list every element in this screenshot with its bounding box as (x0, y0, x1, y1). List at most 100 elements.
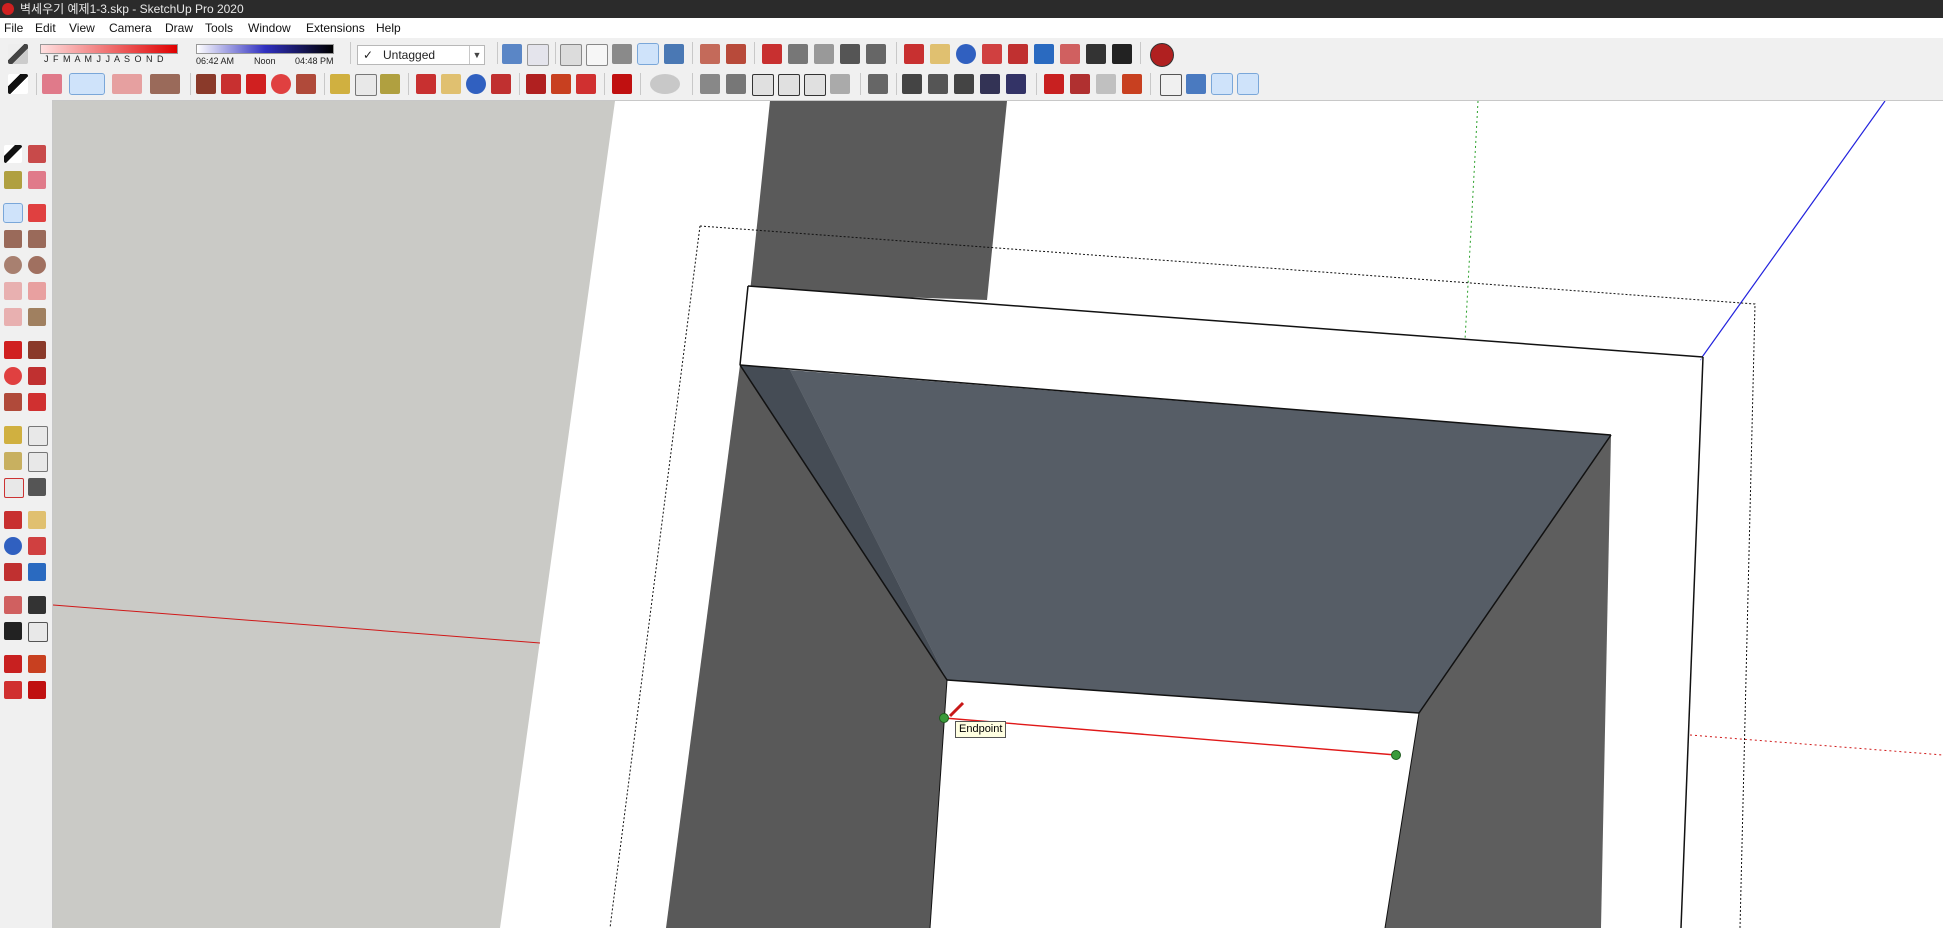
previous-icon[interactable] (28, 563, 46, 581)
move-icon[interactable] (246, 74, 266, 94)
sandbox-contours-icon[interactable] (726, 44, 746, 64)
ruby-icon[interactable] (28, 681, 46, 699)
wireframe-style-icon[interactable] (560, 44, 582, 66)
scale-icon[interactable] (296, 74, 316, 94)
two-point-icon[interactable] (1237, 73, 1259, 95)
position-camera-icon[interactable] (4, 596, 22, 614)
hidden-line-style-icon[interactable] (586, 44, 608, 66)
previous-view-icon[interactable] (1034, 44, 1054, 64)
section-fill-icon[interactable] (902, 74, 922, 94)
dimension-icon[interactable] (28, 426, 48, 446)
menu-extensions[interactable]: Extensions (306, 18, 365, 38)
zoom-window-icon[interactable] (982, 44, 1002, 64)
front-view-icon[interactable] (814, 44, 834, 64)
section-cuts-icon[interactable] (928, 74, 948, 94)
move-icon[interactable] (4, 341, 22, 359)
rotate-icon[interactable] (271, 74, 291, 94)
zoom-extents-icon[interactable] (1008, 44, 1028, 64)
right-view-icon[interactable] (778, 74, 800, 96)
shaded-style-icon[interactable] (612, 44, 632, 64)
look-around-icon[interactable] (28, 596, 46, 614)
follow-me-icon[interactable] (221, 74, 241, 94)
user-account-icon[interactable] (650, 74, 680, 94)
geo-location-icon[interactable] (1150, 43, 1174, 67)
position-camera-icon[interactable] (1060, 44, 1080, 64)
section-plane-icon[interactable] (28, 622, 48, 642)
pie-icon[interactable] (28, 308, 46, 326)
zoom-extents-icon[interactable] (491, 74, 511, 94)
ruby-console-icon[interactable] (612, 74, 632, 94)
paint-bucket-icon[interactable] (4, 171, 22, 189)
drawing-viewport[interactable] (53, 101, 1943, 928)
orbit-icon[interactable] (416, 74, 436, 94)
eraser-icon[interactable] (28, 171, 46, 189)
section-plane-icon[interactable] (868, 74, 888, 94)
perspective-icon[interactable] (1211, 73, 1233, 95)
iso-icon[interactable] (1186, 74, 1206, 94)
scale-icon[interactable] (4, 393, 22, 411)
send-to-layout-icon[interactable] (576, 74, 596, 94)
add-detail-icon[interactable] (1096, 74, 1116, 94)
orbit-icon[interactable] (4, 511, 22, 529)
zoom-icon[interactable] (4, 537, 22, 555)
back-view-icon[interactable] (866, 44, 886, 64)
line-icon[interactable] (69, 73, 105, 95)
text-icon[interactable] (28, 452, 48, 472)
menu-file[interactable]: File (4, 18, 23, 38)
line-icon[interactable] (3, 203, 23, 223)
shadow-date-slider[interactable] (40, 44, 178, 54)
orbit-icon[interactable] (904, 44, 924, 64)
front-view-icon[interactable] (752, 74, 774, 96)
eraser-icon[interactable] (42, 74, 62, 94)
walk-icon[interactable] (1112, 44, 1132, 64)
send-to-layout-icon[interactable] (4, 681, 22, 699)
left-view-icon[interactable] (830, 74, 850, 94)
two-point-arc-icon[interactable] (28, 282, 46, 300)
drape-icon[interactable] (1006, 74, 1026, 94)
menu-edit[interactable]: Edit (35, 18, 56, 38)
extension-warehouse-icon[interactable] (28, 655, 46, 673)
menu-help[interactable]: Help (376, 18, 401, 38)
circle-icon[interactable] (4, 256, 22, 274)
flip-edge-icon[interactable] (1122, 74, 1142, 94)
top-view-icon[interactable] (788, 44, 808, 64)
back-edges-icon[interactable] (527, 44, 549, 66)
monochrome-style-icon[interactable] (664, 44, 684, 64)
rectangle-icon[interactable] (4, 230, 22, 248)
select-icon[interactable] (8, 74, 28, 94)
extension-warehouse-icon[interactable] (551, 74, 571, 94)
rotate-icon[interactable] (4, 367, 22, 385)
follow-me-icon[interactable] (28, 367, 46, 385)
menu-camera[interactable]: Camera (109, 18, 152, 38)
xray-icon[interactable] (502, 44, 522, 64)
back-view-icon[interactable] (804, 74, 826, 96)
smoove-icon[interactable] (1070, 74, 1090, 94)
shaded-texture-style-icon[interactable] (637, 43, 659, 65)
zoom-extents-icon[interactable] (4, 563, 22, 581)
chevron-down-icon[interactable]: ▼ (469, 46, 484, 64)
pan-icon[interactable] (441, 74, 461, 94)
arc-icon[interactable] (112, 74, 142, 94)
look-around-icon[interactable] (1086, 44, 1106, 64)
shadow-time-slider[interactable] (196, 44, 334, 54)
pan-icon[interactable] (28, 511, 46, 529)
text-icon[interactable] (355, 74, 377, 96)
menu-window[interactable]: Window (248, 18, 291, 38)
push-pull-icon[interactable] (196, 74, 216, 94)
top-view-icon[interactable] (726, 74, 746, 94)
zoom-icon[interactable] (956, 44, 976, 64)
stamp-icon[interactable] (1044, 74, 1064, 94)
axes-icon[interactable] (1160, 74, 1182, 96)
offset-icon[interactable] (28, 393, 46, 411)
tape-measure-icon[interactable] (4, 426, 22, 444)
warehouse-icon[interactable] (526, 74, 546, 94)
sandbox-contours-icon[interactable] (980, 74, 1000, 94)
tape-measure-icon[interactable] (330, 74, 350, 94)
zoom-window-icon[interactable] (28, 537, 46, 555)
menu-view[interactable]: View (69, 18, 95, 38)
protractor-icon[interactable] (4, 452, 22, 470)
zoom-icon[interactable] (466, 74, 486, 94)
menu-tools[interactable]: Tools (205, 18, 233, 38)
walk-icon[interactable] (4, 622, 22, 640)
menu-draw[interactable]: Draw (165, 18, 193, 38)
